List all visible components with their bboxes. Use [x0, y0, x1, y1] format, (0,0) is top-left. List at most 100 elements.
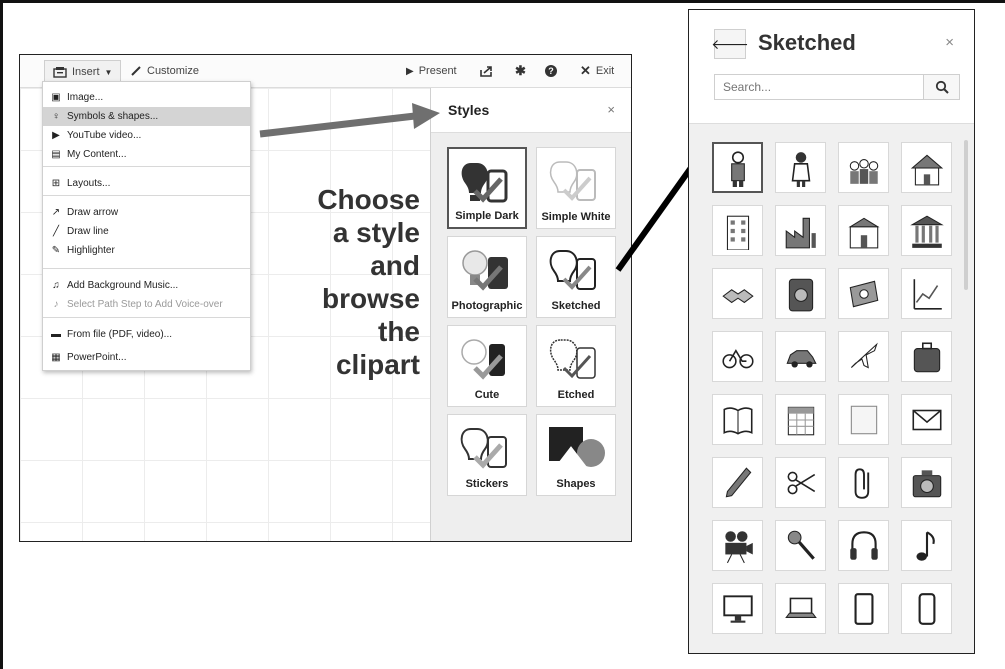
clipart-office-building[interactable]	[712, 205, 763, 256]
menu-item-label: Image...	[67, 92, 104, 103]
clipart-businessman[interactable]	[712, 142, 763, 193]
scissors-icon	[787, 471, 815, 494]
clipart-chart[interactable]	[901, 268, 952, 319]
clipart-envelope[interactable]	[901, 394, 952, 445]
book-icon	[722, 406, 753, 435]
menu-item-powerpoint[interactable]: ▦ PowerPoint...	[43, 348, 250, 367]
menu-item-my-content[interactable]: ▤ My Content...	[43, 145, 250, 164]
clipart-sticky-note[interactable]	[838, 394, 889, 445]
exit-label: Exit	[595, 65, 615, 77]
house-icon	[910, 154, 943, 185]
menu-item-symbols-shapes[interactable]: ♀ Symbols & shapes...	[43, 107, 250, 126]
menu-item-layouts[interactable]: ⊞ Layouts...	[43, 174, 250, 193]
clipart-safe[interactable]	[775, 268, 826, 319]
clipart-bank[interactable]	[901, 205, 952, 256]
clipart-movie-camera[interactable]	[712, 520, 763, 571]
menu-item-from-file[interactable]: ▬ From file (PDF, video)...	[43, 325, 250, 344]
share-icon	[480, 65, 493, 77]
clipart-tablet[interactable]	[838, 583, 889, 634]
bicycle-icon	[721, 348, 754, 368]
caption-text: Choose a style and browse the clipart	[290, 183, 420, 381]
clipart-factory[interactable]	[775, 205, 826, 256]
tablet-icon	[854, 592, 873, 625]
clipart-microphone[interactable]	[775, 520, 826, 571]
clipart-group[interactable]	[838, 142, 889, 193]
style-tile-etched[interactable]: Etched	[536, 325, 616, 407]
clipart-phone[interactable]	[901, 583, 952, 634]
clipart-pencil[interactable]	[712, 457, 763, 508]
share-button[interactable]	[480, 55, 493, 87]
style-tile-sketched[interactable]: Sketched	[536, 236, 616, 318]
clipart-suitcase[interactable]	[901, 331, 952, 382]
tile-label: Etched	[557, 389, 595, 401]
menu-item-label: Add Background Music...	[67, 280, 179, 291]
clipart-headphones[interactable]	[838, 520, 889, 571]
clipart-money[interactable]	[838, 268, 889, 319]
menu-item-image[interactable]: ▣ Image...	[43, 88, 250, 107]
headphones-icon	[849, 530, 878, 560]
clipart-book[interactable]	[712, 394, 763, 445]
tile-label: Stickers	[465, 478, 509, 490]
tile-label: Sketched	[551, 300, 601, 312]
clipart-businesswoman[interactable]	[775, 142, 826, 193]
line-icon: ╱	[52, 226, 60, 237]
clipart-scissors[interactable]	[775, 457, 826, 508]
clipart-search-input[interactable]	[714, 74, 924, 100]
clipart-laptop[interactable]	[775, 583, 826, 634]
menu-item-label: My Content...	[67, 149, 127, 160]
school-icon	[847, 217, 880, 248]
help-button[interactable]: ?	[545, 55, 557, 87]
clipart-camera[interactable]	[901, 457, 952, 508]
tile-label: Shapes	[556, 478, 596, 490]
phone-icon	[918, 592, 935, 625]
clipart-airplane[interactable]	[838, 331, 889, 382]
insert-icon	[53, 66, 67, 78]
insert-dropdown-menu: ▣ Image... ♀ Symbols & shapes... ▶ YouTu…	[42, 81, 251, 371]
suitcase-icon	[913, 341, 940, 372]
file-icon: ▬	[51, 329, 61, 340]
group-icon	[849, 158, 878, 184]
style-tile-simple-white[interactable]: Simple White	[536, 147, 616, 229]
simple-white-thumbnail	[537, 154, 615, 210]
settings-button[interactable]: ✱	[515, 55, 526, 87]
menu-item-background-music[interactable]: ♫ Add Background Music...	[43, 276, 250, 295]
menu-item-highlighter[interactable]: ✎ Highlighter	[43, 241, 250, 260]
clipart-music-note[interactable]	[901, 520, 952, 571]
clipart-calendar[interactable]	[775, 394, 826, 445]
styles-close-button[interactable]: ×	[607, 102, 615, 117]
style-tile-simple-dark[interactable]: Simple Dark	[447, 147, 527, 229]
clipart-handshake[interactable]	[712, 268, 763, 319]
menu-item-draw-line[interactable]: ╱ Draw line	[43, 222, 250, 241]
clipart-car[interactable]	[775, 331, 826, 382]
exit-button[interactable]: ✕ Exit	[580, 55, 614, 87]
menu-item-label: Draw arrow	[67, 207, 119, 218]
calendar-icon	[787, 406, 814, 435]
style-tile-photographic[interactable]: Photographic	[447, 236, 527, 318]
style-tile-stickers[interactable]: Stickers	[447, 414, 527, 496]
clipart-paperclip[interactable]	[838, 457, 889, 508]
present-button[interactable]: ▶ Present	[406, 55, 457, 87]
caption-line: browse	[321, 283, 420, 314]
search-button[interactable]	[923, 74, 960, 100]
clipart-bicycle[interactable]	[712, 331, 763, 382]
clipart-house[interactable]	[901, 142, 952, 193]
scrollbar[interactable]	[964, 140, 968, 290]
menu-item-youtube-video[interactable]: ▶ YouTube video...	[43, 126, 250, 145]
sketched-panel-title: Sketched	[758, 30, 856, 55]
sketched-close-button[interactable]: ×	[945, 34, 954, 51]
customize-label: Customize	[147, 65, 199, 77]
menu-divider	[43, 195, 250, 196]
envelope-icon	[911, 409, 942, 430]
clipart-school[interactable]	[838, 205, 889, 256]
laptop-icon	[784, 597, 817, 618]
caption-line: Choose	[317, 184, 420, 215]
close-icon: ✕	[580, 63, 591, 78]
style-tile-cute[interactable]: Cute	[447, 325, 527, 407]
music-note-icon	[915, 530, 935, 561]
styles-panel-title: Styles	[448, 102, 490, 118]
back-button[interactable]: 🡐	[711, 29, 749, 59]
style-tile-shapes[interactable]: Shapes	[536, 414, 616, 496]
clipart-monitor[interactable]	[712, 583, 763, 634]
cute-thumbnail	[448, 332, 526, 388]
menu-item-draw-arrow[interactable]: ↗ Draw arrow	[43, 203, 250, 222]
